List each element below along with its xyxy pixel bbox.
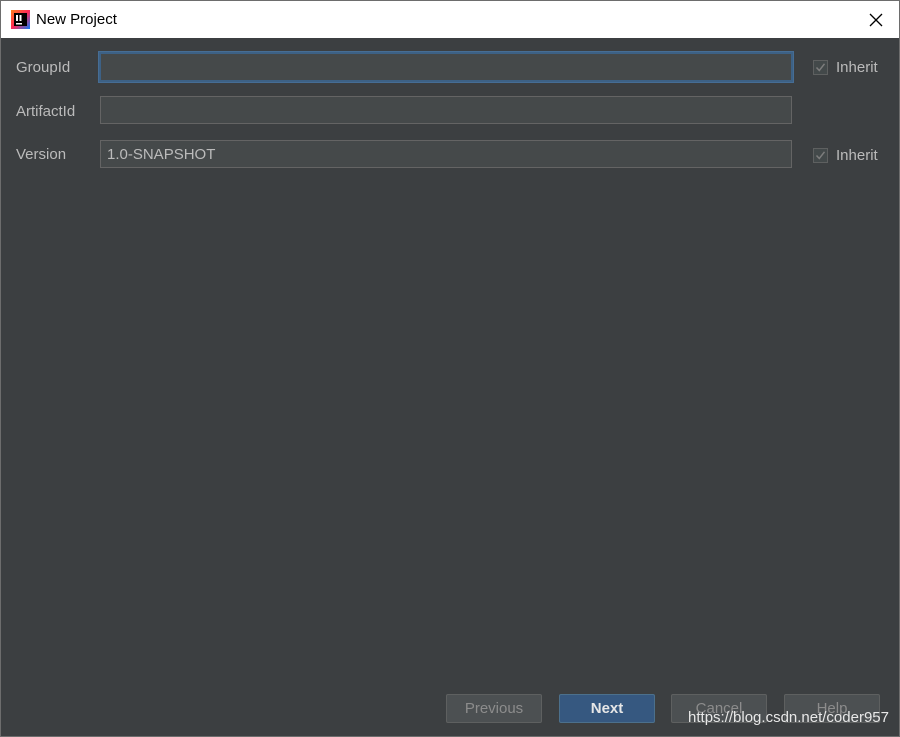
- version-inherit-checkbox[interactable]: Inherit: [813, 147, 878, 164]
- checkmark-icon: [815, 63, 826, 72]
- checkmark-icon: [815, 151, 826, 160]
- version-inherit-box[interactable]: [813, 148, 828, 163]
- groupid-inherit-label: Inherit: [836, 59, 878, 76]
- watermark-text: https://blog.csdn.net/coder957: [688, 709, 889, 726]
- groupid-label: GroupId: [16, 59, 71, 76]
- version-inherit-label: Inherit: [836, 147, 878, 164]
- artifactid-input[interactable]: [100, 96, 792, 124]
- next-button[interactable]: Next: [559, 694, 655, 723]
- version-input[interactable]: [100, 140, 792, 168]
- previous-button[interactable]: Previous: [446, 694, 542, 723]
- artifactid-label: ArtifactId: [16, 103, 76, 120]
- groupid-input[interactable]: [99, 52, 793, 82]
- window-title: New Project: [36, 11, 117, 28]
- close-icon: [869, 13, 883, 26]
- intellij-idea-icon: [11, 10, 30, 29]
- version-label: Version: [16, 146, 67, 163]
- new-project-dialog: New Project GroupId Inherit ArtifactId V…: [0, 0, 900, 737]
- title-bar: New Project: [1, 1, 899, 38]
- groupid-inherit-checkbox[interactable]: Inherit: [813, 59, 878, 76]
- groupid-inherit-box[interactable]: [813, 60, 828, 75]
- close-button[interactable]: [853, 1, 899, 38]
